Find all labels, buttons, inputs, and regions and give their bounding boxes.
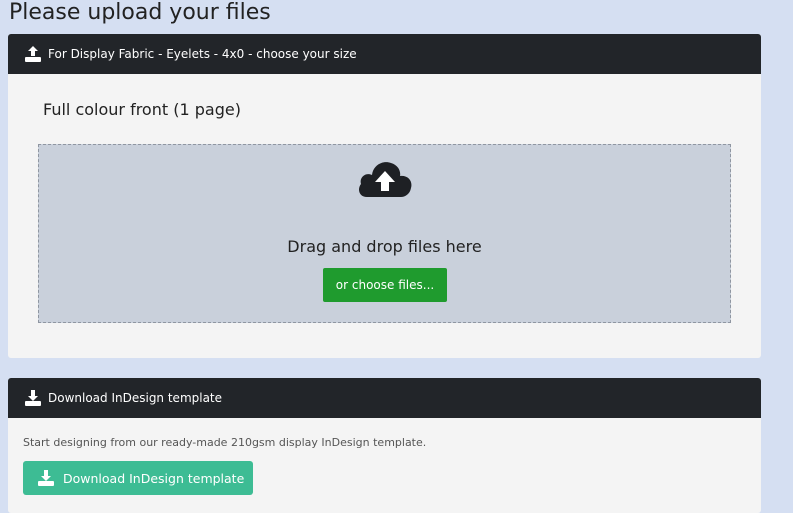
upload-panel: For Display Fabric - Eyelets - 4x0 - cho… [8, 34, 761, 358]
upload-icon [25, 46, 41, 62]
dropzone-text: Drag and drop files here [287, 237, 482, 256]
download-template-button-label: Download InDesign template [63, 470, 245, 486]
section-title: Full colour front (1 page) [43, 100, 241, 119]
template-panel: Download InDesign template Start designi… [8, 378, 761, 513]
download-icon [38, 470, 54, 486]
choose-files-button[interactable]: or choose files... [323, 268, 447, 302]
template-panel-title: Download InDesign template [48, 391, 223, 405]
upload-panel-title: For Display Fabric - Eyelets - 4x0 - cho… [48, 47, 357, 61]
template-description: Start designing from our ready-made 210g… [23, 436, 427, 449]
cloud-upload-icon [359, 162, 412, 197]
template-panel-header: Download InDesign template [8, 378, 761, 418]
file-dropzone[interactable]: Drag and drop files here or choose files… [38, 144, 731, 323]
download-icon [25, 390, 41, 406]
page-title: Please upload your files [9, 0, 271, 25]
upload-panel-header: For Display Fabric - Eyelets - 4x0 - cho… [8, 34, 761, 74]
download-template-button[interactable]: Download InDesign template [23, 461, 253, 495]
